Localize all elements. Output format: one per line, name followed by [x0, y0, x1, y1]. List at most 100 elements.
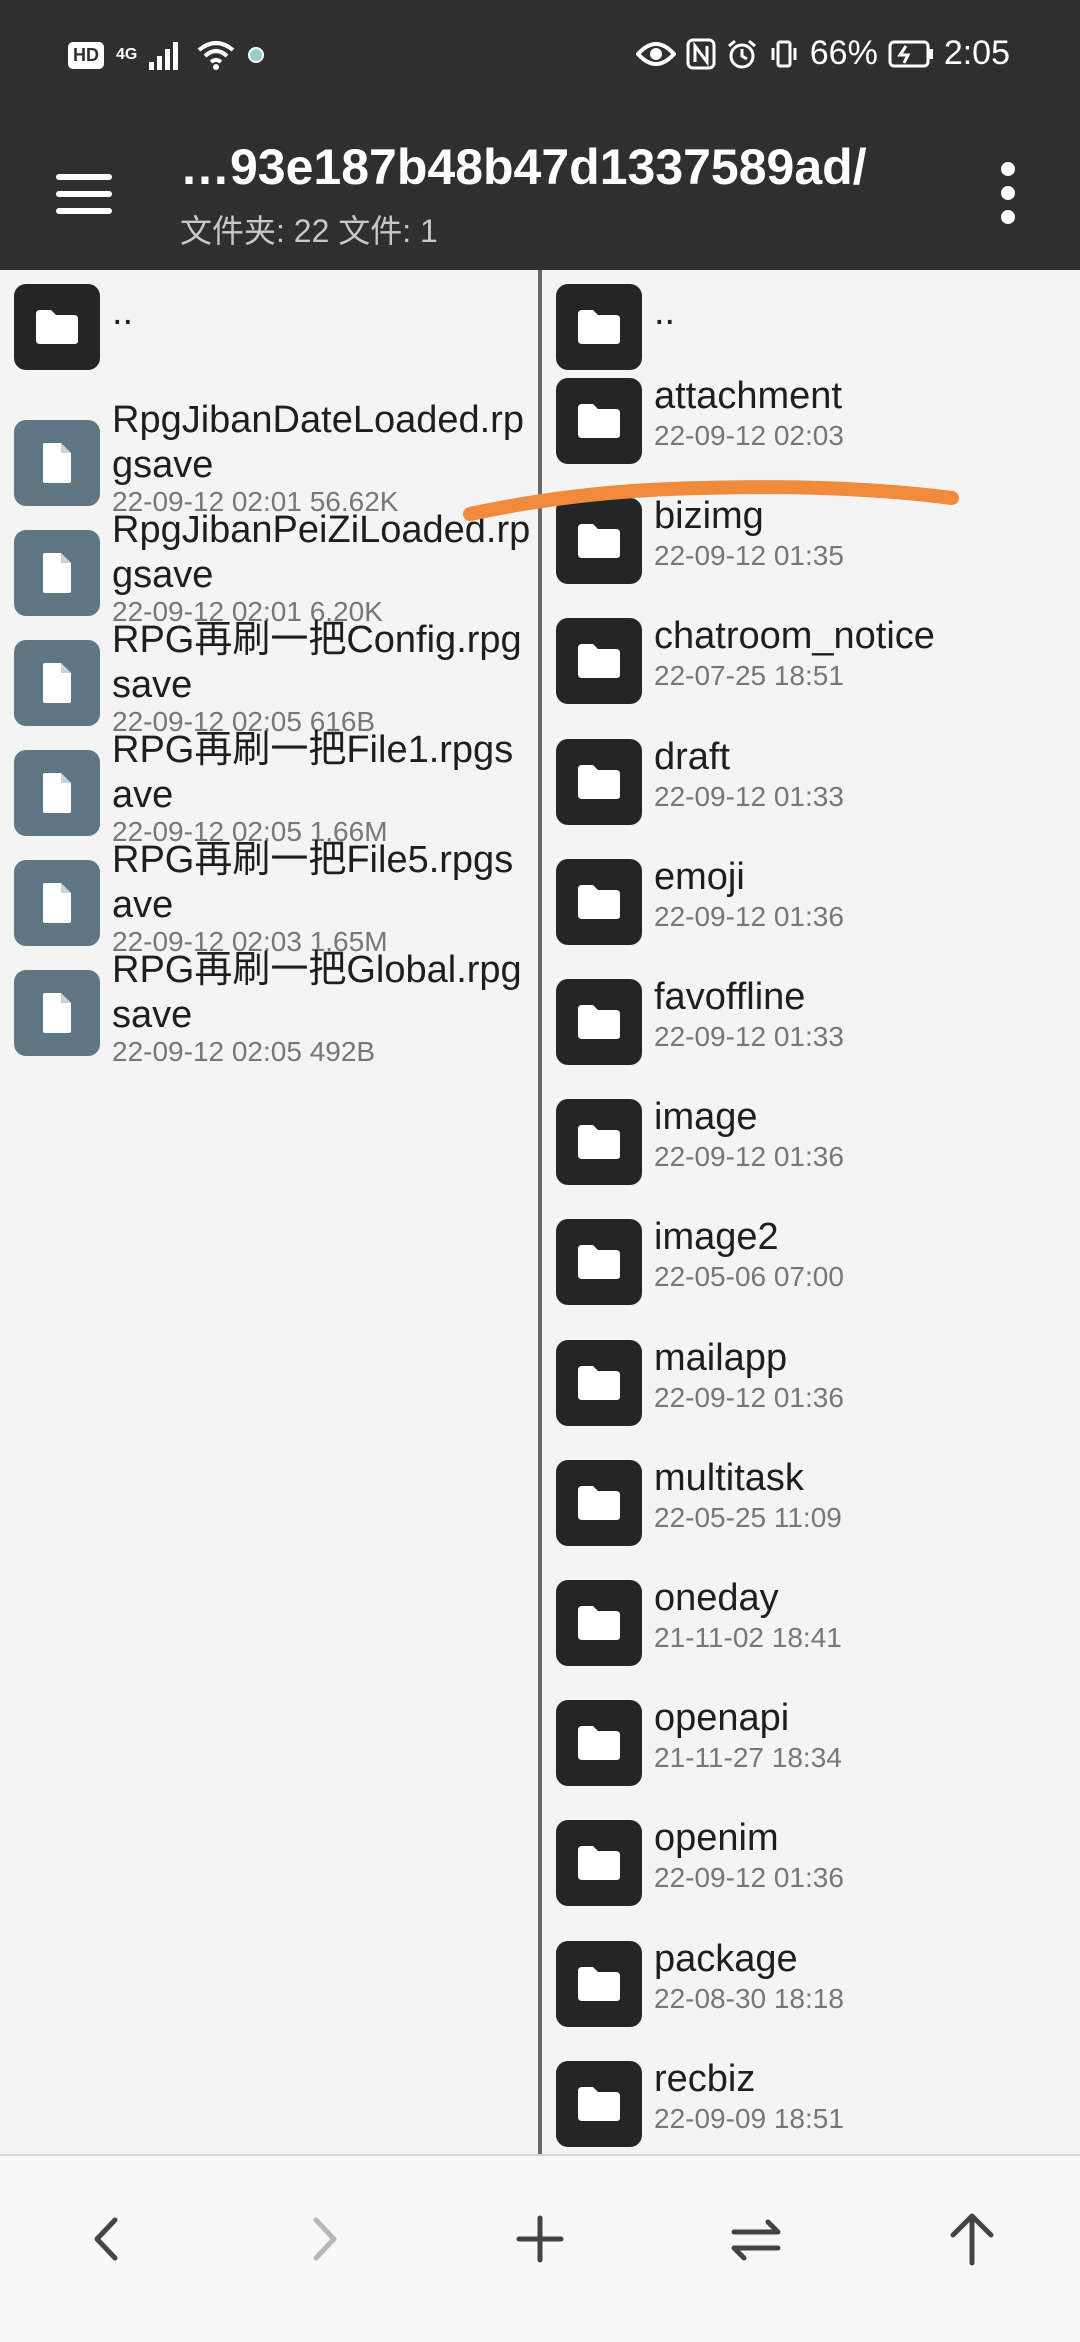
menu-button[interactable]	[52, 162, 116, 226]
item-meta: 22-09-09 18:51	[654, 2102, 844, 2134]
folder-row[interactable]: mailapp 22-09-12 01:36	[542, 1337, 1080, 1460]
item-meta: 22-09-12 01:36	[654, 1141, 844, 1173]
file-icon-box	[14, 530, 100, 616]
folder-icon	[36, 310, 78, 344]
folder-icon	[578, 1125, 620, 1160]
folder-icon-box	[556, 1099, 642, 1186]
item-meta: 22-09-12 01:36	[654, 1381, 844, 1413]
folder-icon	[578, 1485, 620, 1520]
item-meta: 22-09-12 01:36	[654, 1862, 844, 1894]
vibrate-icon	[771, 40, 797, 67]
item-name: ..	[112, 291, 134, 333]
clock: 2:05	[943, 34, 1010, 72]
folder-icon	[578, 1606, 620, 1640]
signal-icon	[149, 42, 179, 70]
item-name: RPG再刷一把Config.rpgsave	[112, 619, 522, 706]
item-meta: 21-11-02 18:41	[654, 1622, 842, 1653]
app-bar: …93e187b48b47d1337589ad/ 文件夹: 22 文件: 1	[0, 122, 1080, 270]
folder-row[interactable]: chatroom_notice 22-07-25 18:51	[542, 615, 1080, 738]
folder-file-counts: 文件夹: 22 文件: 1	[180, 213, 438, 249]
folder-icon-box	[556, 498, 642, 585]
file-icon-box	[14, 750, 100, 836]
item-meta: 22-09-12 01:35	[654, 540, 844, 572]
folder-row[interactable]: favoffline 22-09-12 01:33	[542, 976, 1080, 1099]
folder-row[interactable]: image2 22-05-06 07:00	[542, 1216, 1080, 1339]
file-row[interactable]: RPG再刷一把File1.rpgsave 22-09-12 02:05 1.66M	[0, 729, 538, 847]
folder-row[interactable]: attachment 22-09-12 02:03	[542, 375, 1080, 498]
file-row[interactable]: RPG再刷一把Global.rpgsave 22-09-12 02:05 492B	[0, 949, 538, 1067]
back-button[interactable]	[62, 2194, 152, 2284]
folder-row[interactable]: emoji 22-09-12 01:36	[542, 856, 1080, 979]
hamburger-line	[56, 191, 112, 197]
file-icon	[43, 443, 71, 483]
file-row[interactable]: RPG再刷一把File5.rpgsave 22-09-12 02:03 1.65M	[0, 839, 538, 957]
item-name: favoffline	[654, 976, 806, 1018]
more-options-button[interactable]	[990, 160, 1026, 230]
folder-icon	[578, 310, 620, 344]
item-meta: 22-09-12 01:33	[654, 780, 844, 812]
folder-icon-box	[556, 979, 642, 1065]
folder-icon	[578, 644, 620, 679]
folder-row[interactable]: package 22-08-30 18:18	[542, 1938, 1080, 2061]
folder-icon-box	[556, 1339, 642, 1426]
item-name: openapi	[654, 1697, 790, 1740]
item-meta: 22-07-25 18:51	[654, 660, 844, 692]
left-file-pane[interactable]: .. RpgJibanDateLoaded.rpgsave 22-09-12 02:…	[0, 270, 538, 2154]
item-name: package	[654, 1937, 798, 1980]
item-meta: 22-09-12 01:36	[654, 900, 844, 932]
item-meta: 21-11-27 18:34	[654, 1742, 842, 1774]
plus-icon	[516, 2215, 564, 2263]
folder-icon-box	[556, 738, 642, 825]
folder-row[interactable]: ..	[0, 284, 538, 384]
more-vert-icon	[1001, 162, 1015, 176]
folder-icon-box	[556, 858, 642, 945]
folder-icon-box	[556, 1820, 642, 1907]
folder-icon	[578, 1966, 620, 2001]
item-name: draft	[654, 735, 731, 778]
up-arrow-icon	[950, 2213, 994, 2266]
network-label: 4G	[116, 46, 138, 63]
file-row[interactable]: RpgJibanPeiZiLoaded.rpgsave 22-09-12 02:0…	[0, 509, 538, 627]
alarm-icon	[727, 39, 756, 68]
item-meta: 22-05-06 07:00	[654, 1261, 844, 1293]
folder-row[interactable]: multitask 22-05-25 11:09	[542, 1457, 1080, 1580]
swap-panes-button[interactable]	[711, 2194, 801, 2284]
folder-icon	[578, 1245, 620, 1280]
folder-icon-box	[14, 284, 100, 370]
folder-icon-box	[556, 1219, 642, 1306]
item-name: openim	[654, 1817, 779, 1860]
right-file-pane[interactable]: .. attachment 22-09-12 02:03 bizimg 22-09-12…	[542, 270, 1080, 2154]
folder-row[interactable]: ..	[542, 284, 1080, 384]
folder-row[interactable]: openim 22-09-12 01:36	[542, 1817, 1080, 1940]
folder-row[interactable]: openapi 21-11-27 18:34	[542, 1697, 1080, 1820]
item-name: RPG再刷一把Global.rpgsave	[112, 949, 522, 1036]
folder-row[interactable]: recbiz 22-09-09 18:51	[542, 2058, 1080, 2154]
file-row[interactable]: RpgJibanDateLoaded.rpgsave 22-09-12 02:01…	[0, 399, 538, 517]
folder-row[interactable]: image 22-09-12 01:36	[542, 1096, 1080, 1219]
file-row[interactable]: RPG再刷一把Config.rpgsave 22-09-12 02:05 616B	[0, 619, 538, 737]
item-name: RPG再刷一把File5.rpgsave	[112, 839, 514, 926]
hamburger-icon	[56, 174, 112, 180]
folder-row[interactable]: oneday 21-11-02 18:41	[542, 1577, 1080, 1700]
forward-button[interactable]	[279, 2194, 369, 2284]
wifi-icon	[198, 41, 235, 70]
file-icon	[43, 993, 71, 1033]
item-name: ..	[654, 291, 676, 333]
bottom-toolbar	[0, 2154, 1080, 2342]
file-icon	[43, 663, 71, 703]
item-name: attachment	[654, 375, 842, 417]
folder-icon	[578, 1846, 620, 1881]
eye-icon	[635, 41, 676, 66]
folder-icon	[578, 764, 620, 799]
folder-icon-box	[556, 284, 642, 370]
parent-folder-button[interactable]	[927, 2194, 1017, 2284]
item-name: image	[654, 1096, 758, 1139]
folder-icon-box	[556, 378, 642, 464]
add-button[interactable]	[495, 2194, 585, 2284]
item-name: recbiz	[654, 2057, 756, 2100]
folder-row[interactable]: draft 22-09-12 01:33	[542, 736, 1080, 859]
file-icon-box	[14, 860, 100, 946]
status-right: 66% 2:05	[635, 34, 1010, 73]
folder-row[interactable]: bizimg 22-09-12 01:35	[542, 495, 1080, 618]
item-name: RpgJibanDateLoaded.rpgsave	[112, 399, 524, 486]
